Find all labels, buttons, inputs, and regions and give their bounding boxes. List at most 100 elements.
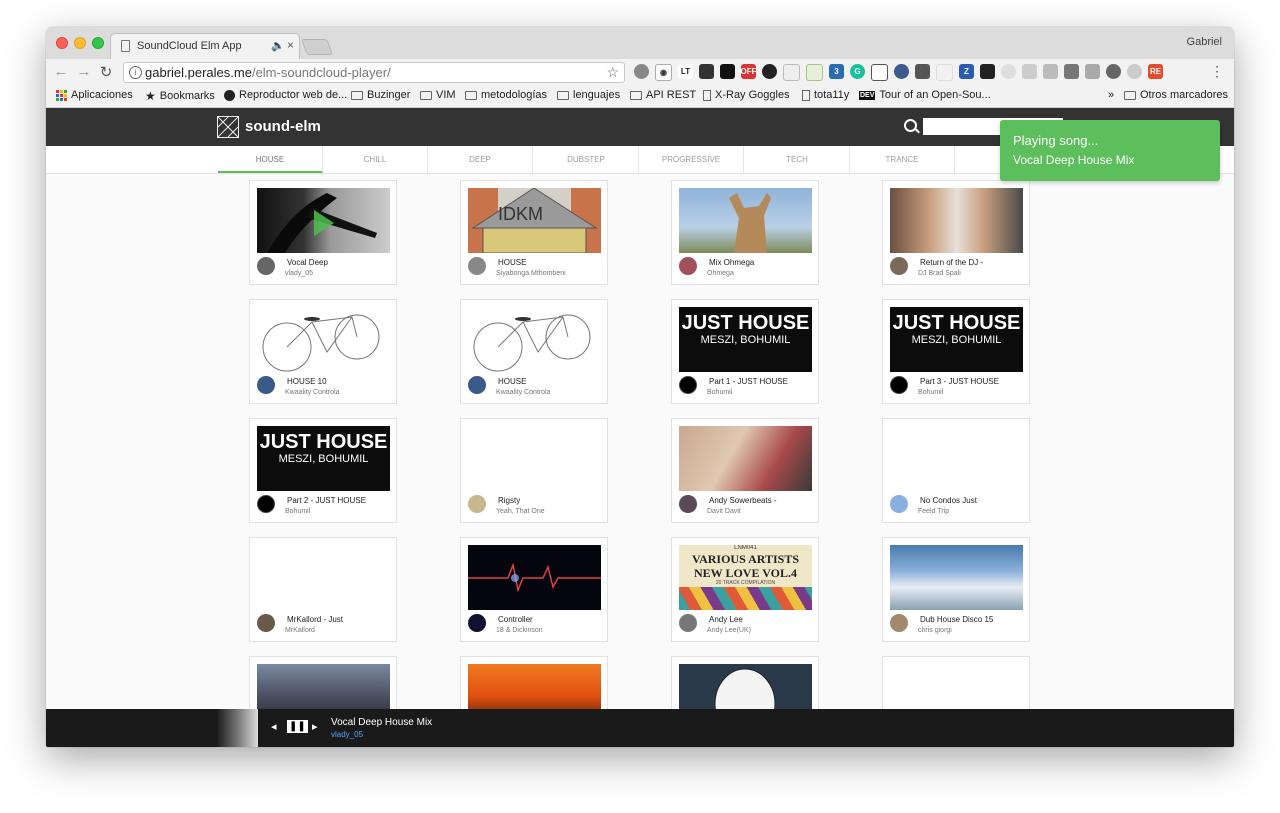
extension-icon[interactable] <box>699 64 714 79</box>
track-user[interactable]: Bohumil <box>707 389 732 396</box>
track-artwork[interactable] <box>468 307 601 372</box>
extension-icon[interactable] <box>1043 64 1058 79</box>
forward-button[interactable]: → <box>75 63 93 80</box>
track-card[interactable]: No Condos Just Feeld Trip <box>882 418 1030 523</box>
extension-icon[interactable] <box>634 64 649 79</box>
track-artwork[interactable]: JUST HOUSE MESZI, BOHUMIL <box>890 307 1023 372</box>
search-icon[interactable] <box>904 119 917 132</box>
extension-icon[interactable] <box>915 64 930 79</box>
track-card[interactable]: JUST HOUSE MESZI, BOHUMIL Part 2 - JUST … <box>249 418 397 523</box>
player-track-user[interactable]: vlady_05 <box>331 730 363 739</box>
track-artwork[interactable] <box>257 307 390 372</box>
grammarly-extension-icon[interactable]: G <box>850 64 865 79</box>
bookmark-aplicaciones[interactable]: Aplicaciones <box>56 89 133 101</box>
info-icon[interactable]: i <box>129 66 142 79</box>
url-text[interactable]: gabriel.perales.me/elm-soundcloud-player… <box>145 65 391 80</box>
track-user[interactable]: Kwaality Controla <box>285 389 339 396</box>
next-button[interactable]: ▸ <box>312 720 318 733</box>
bookmark-vim[interactable]: VIM <box>420 89 456 101</box>
browser-tab[interactable]: SoundCloud Elm App 🔈 × <box>110 33 300 59</box>
bookmark-star-icon[interactable]: ☆ <box>606 64 619 81</box>
tab-deep[interactable]: DEEP <box>428 146 533 173</box>
minimize-window-button[interactable] <box>74 37 86 49</box>
extension-icon[interactable] <box>1022 64 1037 79</box>
tab-house[interactable]: HOUSE <box>218 146 323 173</box>
track-artwork[interactable]: JUST HOUSE MESZI, BOHUMIL <box>679 307 812 372</box>
languagetool-extension-icon[interactable]: LT <box>678 64 693 79</box>
speaker-icon[interactable]: 🔈 <box>271 39 285 52</box>
track-card[interactable]: HOUSE Kwaality Controla <box>460 299 608 404</box>
extension-icon[interactable] <box>1085 64 1100 79</box>
track-card[interactable]: JUST HOUSE MESZI, BOHUMIL Part 3 - JUST … <box>882 299 1030 404</box>
bookmark-otros-marcadores[interactable]: Otros marcadores <box>1124 89 1228 101</box>
github-extension-icon[interactable] <box>762 64 777 79</box>
track-title[interactable]: Vocal Deep <box>287 258 328 267</box>
bookmarks-overflow-button[interactable]: » <box>1108 89 1114 101</box>
tab-tech[interactable]: TECH <box>745 146 850 173</box>
bookmark-tota11y[interactable]: tota11y <box>802 89 849 101</box>
bookmark-spotify[interactable]: Reproductor web de... <box>224 89 347 101</box>
address-bar[interactable]: i gabriel.perales.me/elm-soundcloud-play… <box>123 62 625 83</box>
maximize-window-button[interactable] <box>92 37 104 49</box>
track-card[interactable]: Controller 18 & Dickinson <box>460 537 608 642</box>
browser-menu-icon[interactable]: ⋮ <box>1210 63 1224 80</box>
track-title[interactable]: MrKallord - Just <box>287 615 343 624</box>
extension-icon[interactable] <box>1001 64 1016 79</box>
track-title[interactable]: Dub House Disco 15 <box>920 615 993 624</box>
track-user[interactable]: Ohmega <box>707 270 734 277</box>
bookmark-xray-goggles[interactable]: X-Ray Goggles <box>703 89 790 101</box>
bookmark-bookmarks[interactable]: ★ Bookmarks <box>145 89 215 103</box>
track-title[interactable]: Part 1 - JUST HOUSE <box>709 377 788 386</box>
re-extension-icon[interactable]: RE <box>1148 64 1163 79</box>
track-user[interactable]: Yeah, That One <box>496 508 545 515</box>
bookmark-buzinger[interactable]: Buzinger <box>351 89 410 101</box>
track-artwork[interactable] <box>890 545 1023 610</box>
zotero-extension-icon[interactable]: Z <box>959 64 974 79</box>
track-artwork[interactable] <box>257 188 390 253</box>
extension-icon[interactable] <box>1106 64 1121 79</box>
track-user[interactable]: Andy Lee(UK) <box>707 627 751 634</box>
bookmark-dev-tour[interactable]: DEV Tour of an Open-Sou... <box>859 89 991 101</box>
track-artwork[interactable]: LNM041 VARIOUS ARTISTS NEW LOVE VOL.4 20… <box>679 545 812 610</box>
tab-trance[interactable]: TRANCE <box>850 146 955 173</box>
eye-extension-icon[interactable]: ◉ <box>655 64 672 81</box>
new-tab-button[interactable] <box>301 39 333 55</box>
grid-extension-icon[interactable] <box>871 64 888 81</box>
track-user[interactable]: 18 & Dickinson <box>496 627 543 634</box>
extension-icon[interactable] <box>720 64 735 79</box>
track-title[interactable]: Rigsty <box>498 496 520 505</box>
track-title[interactable]: Controller <box>498 615 533 624</box>
track-user[interactable]: Davit Davit <box>707 508 741 515</box>
track-card[interactable]: JUST HOUSE MESZI, BOHUMIL Part 1 - JUST … <box>671 299 819 404</box>
off-extension-icon[interactable]: OFF <box>741 64 757 79</box>
extension-icon[interactable] <box>1064 64 1079 79</box>
track-title[interactable]: Andy Sowerbeats - <box>709 496 777 505</box>
track-title[interactable]: HOUSE <box>498 377 526 386</box>
extension-icon[interactable] <box>894 64 909 79</box>
track-card[interactable]: Return of the DJ - DJ Brad Spali <box>882 180 1030 285</box>
extension-icon[interactable] <box>783 64 800 81</box>
track-title[interactable]: Part 3 - JUST HOUSE <box>920 377 999 386</box>
track-title[interactable]: HOUSE 10 <box>287 377 327 386</box>
track-user[interactable]: Siyabonga Mthombeni <box>496 270 566 277</box>
extension-icon[interactable] <box>1127 64 1142 79</box>
track-user[interactable]: Feeld Trip <box>918 508 949 515</box>
track-artwork[interactable]: JUST HOUSE MESZI, BOHUMIL <box>257 426 390 491</box>
track-user[interactable]: Kwaality Controla <box>496 389 550 396</box>
extension-icon[interactable] <box>980 64 995 79</box>
tab-close-button[interactable]: × <box>287 38 294 52</box>
track-user[interactable]: Bohumil <box>918 389 943 396</box>
track-artwork[interactable] <box>468 545 601 610</box>
track-card[interactable]: Andy Sowerbeats - Davit Davit <box>671 418 819 523</box>
track-card[interactable]: Dub House Disco 15 chris giorgi <box>882 537 1030 642</box>
track-title[interactable]: HOUSE <box>498 258 526 267</box>
bookmark-api-rest[interactable]: API REST <box>630 89 696 101</box>
track-artwork[interactable] <box>679 188 812 253</box>
track-artwork[interactable]: IDKM <box>468 188 601 253</box>
tab-chill[interactable]: CHILL <box>323 146 428 173</box>
track-user[interactable]: DJ Brad Spali <box>918 270 961 277</box>
track-card[interactable]: Mix Ohmega Ohmega <box>671 180 819 285</box>
track-user[interactable]: Bohumil <box>285 508 310 515</box>
track-card[interactable]: IDKM HOUSE Siyabonga Mthombeni <box>460 180 608 285</box>
extension-icon[interactable] <box>936 64 953 81</box>
